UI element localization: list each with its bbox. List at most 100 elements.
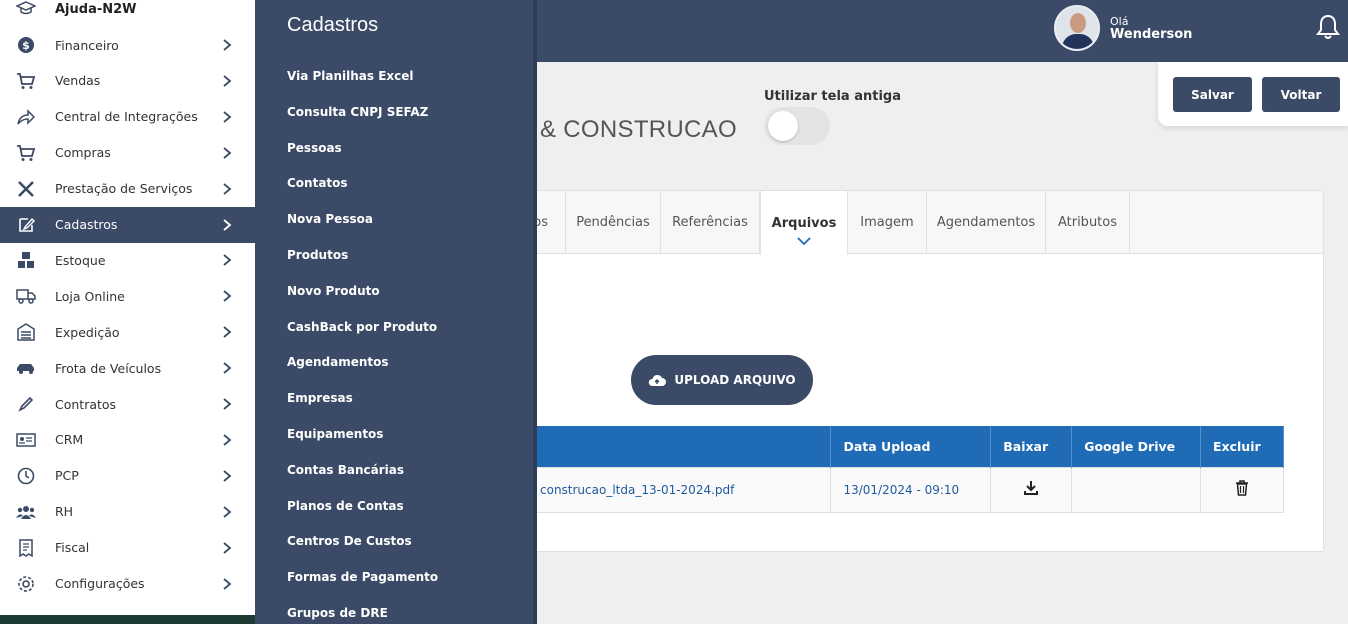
sidebar-item-label: Loja Online	[55, 288, 125, 304]
submenu-item[interactable]: Grupos de DRE	[287, 606, 388, 620]
tab-label: Referências	[672, 214, 748, 230]
back-button[interactable]: Voltar	[1262, 77, 1340, 112]
avatar[interactable]	[1054, 5, 1100, 51]
sidebar-item-label: Estoque	[55, 252, 106, 268]
sidebar: Ajuda-N2W $ Financeiro Vendas Central de In…	[0, 0, 262, 624]
cart-icon	[16, 71, 36, 91]
sidebar-item-pcp[interactable]: PCP	[0, 458, 255, 494]
table-row: construcao_ltda_13-01-2024.pdf 13/01/202…	[530, 466, 1284, 513]
sidebar-item-contratos[interactable]: Contratos	[0, 386, 255, 422]
submenu-item[interactable]: Consulta CNPJ SEFAZ	[287, 105, 428, 119]
download-icon[interactable]	[1023, 480, 1039, 496]
column-header: Data Upload	[830, 426, 992, 467]
sidebar-item-presta-o-de-servi-os[interactable]: Prestação de Serviços	[0, 171, 255, 207]
upload-date: 13/01/2024 - 09:10	[830, 466, 992, 513]
submenu-item[interactable]: Equipamentos	[287, 427, 383, 441]
chevron-right-icon	[223, 75, 232, 87]
user-profile[interactable]: Olá Wenderson	[1054, 5, 1192, 51]
submenu-item[interactable]: Nova Pessoa	[287, 212, 373, 226]
car-icon	[16, 358, 36, 378]
content-panel: os Pendências Referências Arquivos Image…	[530, 190, 1324, 552]
submenu-item[interactable]: Empresas	[287, 391, 353, 405]
old-screen-label: Utilizar tela antiga	[764, 89, 901, 104]
trash-icon[interactable]	[1235, 480, 1249, 496]
clock-icon	[16, 466, 36, 486]
submenu-item[interactable]: CashBack por Produto	[287, 320, 437, 334]
dollar-icon: $	[16, 35, 36, 55]
tab-referencias[interactable]: Referências	[661, 191, 760, 253]
sidebar-item-financeiro[interactable]: $ Financeiro	[0, 27, 255, 63]
sidebar-item-cadastros[interactable]: Cadastros	[0, 206, 255, 243]
sidebar-item-label: CRM	[55, 432, 84, 448]
tab-pendencias[interactable]: Pendências	[566, 191, 661, 253]
sidebar-item-label: Vendas	[55, 73, 101, 89]
status-bar	[0, 615, 262, 624]
submenu-item[interactable]: Contas Bancárias	[287, 463, 404, 477]
action-card: Salvar Voltar	[1158, 62, 1348, 126]
submenu-item[interactable]: Agendamentos	[287, 355, 389, 369]
submenu-item[interactable]: Produtos	[287, 248, 348, 262]
column-header: Excluir	[1200, 426, 1284, 467]
column-header: Baixar	[990, 426, 1073, 467]
truck-icon	[16, 286, 36, 306]
tab-atributos[interactable]: Atributos	[1046, 191, 1130, 253]
chevron-right-icon	[223, 111, 232, 123]
sidebar-item-label: Contratos	[55, 396, 117, 412]
boxes-icon	[16, 250, 36, 270]
tab-agendamentos[interactable]: Agendamentos	[927, 191, 1046, 253]
sidebar-item-crm[interactable]: CRM	[0, 422, 255, 458]
tab-imagem[interactable]: Imagem	[848, 191, 927, 253]
file-name-link[interactable]: construcao_ltda_13-01-2024.pdf	[530, 466, 832, 513]
chevron-down-icon	[797, 237, 811, 245]
sidebar-item-label: Central de Integrações	[55, 109, 198, 125]
brand-label: Ajuda-N2W	[55, 2, 137, 17]
sidebar-item-label: Expedição	[55, 324, 120, 340]
submenu-item[interactable]: Novo Produto	[287, 284, 380, 298]
pen-icon	[16, 394, 36, 414]
chevron-right-icon	[223, 254, 232, 267]
submenu-item[interactable]: Formas de Pagamento	[287, 570, 438, 584]
sidebar-item-label: Frota de Veículos	[55, 360, 162, 376]
sidebar-item-compras[interactable]: Compras	[0, 135, 255, 171]
sidebar-item-configura-es[interactable]: Configurações	[0, 566, 255, 602]
chevron-right-icon	[223, 326, 232, 338]
submenu-item[interactable]: Pessoas	[287, 141, 342, 155]
users-icon	[16, 502, 36, 522]
submenu-item[interactable]: Planos de Contas	[287, 499, 404, 513]
sidebar-item-frota-de-ve-culos[interactable]: Frota de Veículos	[0, 350, 255, 386]
sidebar-item-vendas[interactable]: Vendas	[0, 63, 255, 99]
chevron-right-icon	[223, 146, 232, 159]
sidebar-item-fiscal[interactable]: Fiscal	[0, 530, 255, 566]
save-button[interactable]: Salvar	[1173, 77, 1252, 112]
sidebar-item-central-de-integra-es[interactable]: Central de Integrações	[0, 99, 255, 135]
submenu-item[interactable]: Centros De Custos	[287, 534, 412, 548]
submenu-item[interactable]: Contatos	[287, 176, 348, 190]
sidebar-item-loja-online[interactable]: Loja Online	[0, 278, 255, 314]
svg-text:$: $	[22, 39, 30, 52]
edit-icon	[16, 215, 36, 235]
graduation-cap-icon	[16, 1, 36, 15]
sidebar-item-rh[interactable]: RH	[0, 494, 255, 530]
sidebar-item-label: RH	[55, 504, 74, 520]
tab-arquivos[interactable]: Arquivos	[760, 191, 848, 255]
sidebar-item-label: Compras	[55, 145, 111, 161]
files-table: Data Upload Baixar Google Drive Excluir …	[530, 426, 1284, 513]
chevron-right-icon	[223, 470, 232, 482]
sidebar-item-label: Fiscal	[55, 540, 90, 556]
sidebar-item-expedi-o[interactable]: Expedição	[0, 314, 255, 350]
share-icon	[16, 107, 36, 127]
bell-icon[interactable]	[1316, 14, 1340, 40]
google-drive-cell[interactable]	[1071, 466, 1201, 513]
submenu-item[interactable]: Via Planilhas Excel	[287, 69, 414, 83]
tab-label: Agendamentos	[936, 214, 1036, 230]
tab-label: Atributos	[1057, 214, 1118, 230]
sidebar-brand[interactable]: Ajuda-N2W	[0, 0, 255, 24]
id-card-icon	[16, 430, 36, 450]
old-screen-toggle[interactable]	[764, 107, 830, 145]
tab-label: Imagem	[860, 214, 914, 230]
sidebar-item-estoque[interactable]: Estoque	[0, 242, 255, 278]
sidebar-item-label: PCP	[55, 468, 79, 484]
chevron-right-icon	[223, 505, 232, 518]
warehouse-icon	[16, 322, 36, 342]
upload-file-button[interactable]: UPLOAD ARQUIVO	[631, 355, 813, 405]
